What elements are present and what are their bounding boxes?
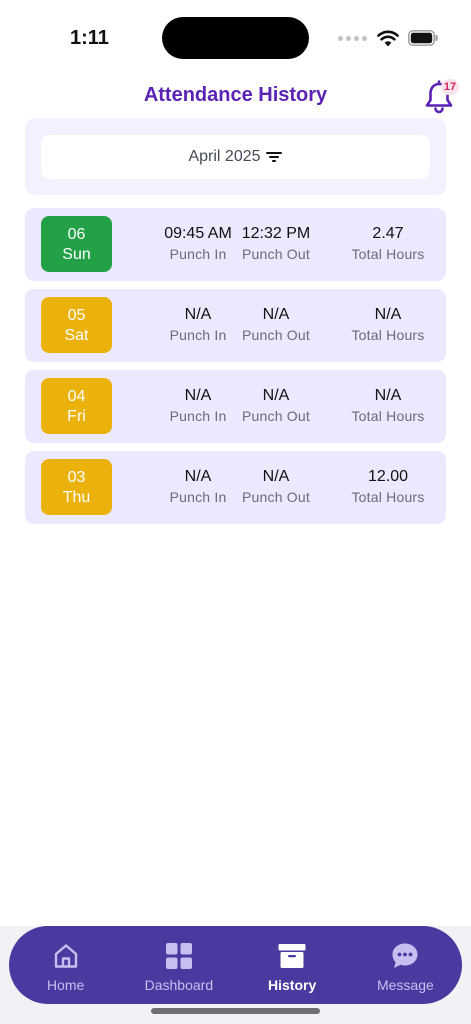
punch-out-value: N/A (262, 306, 290, 323)
punch-out-label: Punch Out (242, 246, 310, 262)
nav-home-label: Home (46, 977, 85, 993)
punch-out-column: N/A Punch Out (221, 467, 331, 508)
date-number: 05 (67, 307, 86, 324)
total-hours-column: N/A Total Hours (333, 386, 443, 427)
weekday: Sat (64, 327, 89, 344)
date-number: 04 (67, 388, 86, 405)
home-indicator (151, 1008, 320, 1014)
weekday: Thu (62, 489, 91, 506)
archive-icon (278, 944, 306, 968)
bottom-navigation: Home Dashboard History Message (9, 926, 462, 1004)
date-badge: 06 Sun (41, 216, 112, 272)
weekday: Fri (67, 408, 86, 425)
page-title: Attendance History (143, 84, 328, 106)
date-badge: 03 Thu (41, 459, 112, 515)
wifi-icon (377, 30, 399, 47)
total-hours-column: N/A Total Hours (333, 305, 443, 346)
date-number: 06 (67, 226, 86, 243)
battery-icon (408, 30, 438, 46)
total-hours-column: 2.47 Total Hours (333, 224, 443, 265)
total-hours-label: Total Hours (351, 408, 425, 424)
total-hours-value: N/A (374, 306, 402, 323)
status-icons (338, 28, 438, 48)
cellular-signal-icon (338, 35, 367, 41)
attendance-history-screen: 1:11 Attendance History 17 April 2025 06… (0, 0, 471, 1024)
nav-home[interactable]: Home (9, 926, 122, 1004)
date-badge: 05 Sat (41, 297, 112, 353)
home-icon (54, 944, 77, 968)
total-hours-label: Total Hours (351, 246, 425, 262)
notification-count-badge: 17 (441, 79, 459, 95)
nav-history-label: History (268, 977, 317, 993)
status-bar: 1:11 (0, 0, 471, 78)
punch-out-label: Punch Out (242, 327, 310, 343)
punch-out-value: N/A (262, 387, 290, 404)
punch-out-column: N/A Punch Out (221, 305, 331, 346)
nav-dashboard[interactable]: Dashboard (122, 926, 235, 1004)
date-number: 03 (67, 469, 86, 486)
attendance-row[interactable]: 03 Thu N/A Punch In N/A Punch Out 12.00 … (25, 451, 446, 524)
dynamic-island (162, 17, 309, 59)
punch-out-value: N/A (262, 468, 290, 485)
attendance-row[interactable]: 04 Fri N/A Punch In N/A Punch Out N/A To… (25, 370, 446, 443)
total-hours-label: Total Hours (351, 489, 425, 505)
punch-out-value: 12:32 PM (241, 225, 311, 242)
total-hours-value: N/A (374, 387, 402, 404)
selected-month: April 2025 (188, 148, 261, 165)
notifications-button[interactable]: 17 (421, 78, 461, 116)
date-badge: 04 Fri (41, 378, 112, 434)
punch-out-column: N/A Punch Out (221, 386, 331, 427)
punch-out-column: 12:32 PM Punch Out (221, 224, 331, 265)
total-hours-value: 12.00 (367, 468, 409, 485)
total-hours-value: 2.47 (372, 225, 404, 242)
chat-bubble-icon (392, 943, 418, 968)
status-time: 1:11 (70, 27, 109, 49)
app-header: Attendance History 17 (0, 78, 471, 116)
punch-out-label: Punch Out (242, 408, 310, 424)
punch-out-label: Punch Out (242, 489, 310, 505)
nav-message-label: Message (376, 977, 434, 993)
filter-icon (265, 152, 282, 162)
weekday: Sun (62, 246, 91, 263)
attendance-row[interactable]: 05 Sat N/A Punch In N/A Punch Out N/A To… (25, 289, 446, 362)
nav-dashboard-label: Dashboard (144, 977, 214, 993)
total-hours-label: Total Hours (351, 327, 425, 343)
grid-icon (165, 943, 192, 969)
attendance-row[interactable]: 06 Sun 09:45 AM Punch In 12:32 PM Punch … (25, 208, 446, 281)
month-filter-card: April 2025 (25, 118, 446, 195)
month-filter-button[interactable]: April 2025 (41, 135, 430, 179)
nav-message[interactable]: Message (349, 926, 462, 1004)
nav-history[interactable]: History (236, 926, 349, 1004)
total-hours-column: 12.00 Total Hours (333, 467, 443, 508)
